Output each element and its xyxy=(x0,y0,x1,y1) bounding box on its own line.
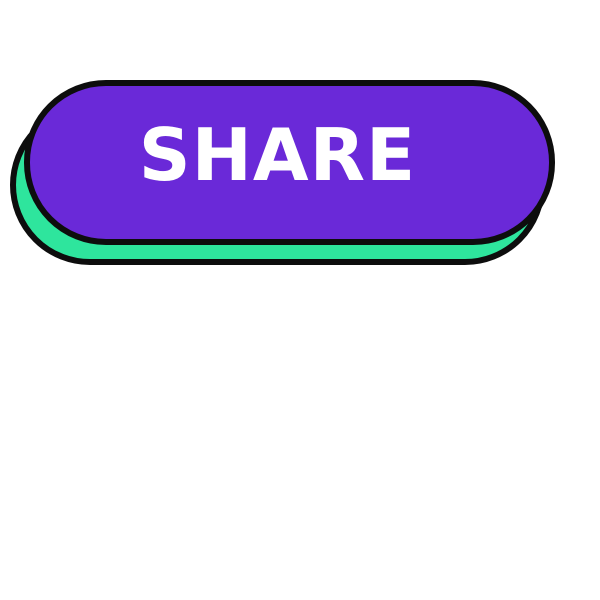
share-button[interactable]: SHARE xyxy=(24,80,555,245)
share-button-group[interactable]: SHARE xyxy=(10,80,555,272)
canvas: SHARE xyxy=(0,0,600,600)
share-button-label: SHARE xyxy=(138,113,417,197)
